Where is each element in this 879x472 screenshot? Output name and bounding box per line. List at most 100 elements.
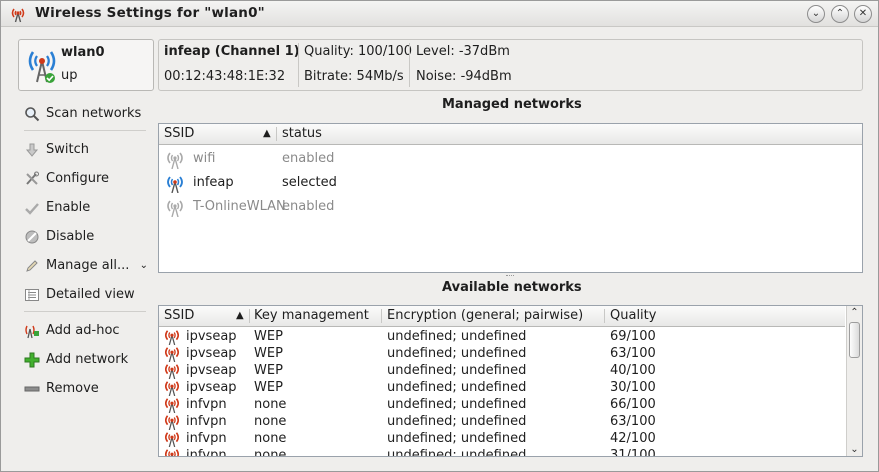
- interface-name: wlan0: [61, 45, 105, 60]
- scroll-thumb[interactable]: [849, 322, 860, 358]
- available-networks-title: Available networks: [442, 280, 582, 295]
- quality-cell: 30/100: [610, 380, 656, 395]
- add-adhoc-button[interactable]: Add ad-hoc: [20, 316, 150, 345]
- wireless-signal-gray-icon: [167, 152, 183, 169]
- ssid-cell: ipvseap: [186, 380, 237, 395]
- maximize-icon[interactable]: ⌃: [831, 5, 849, 23]
- status-cell: enabled: [282, 151, 335, 166]
- managed-networks-table[interactable]: SSID ▲ status wifi enabled infeap select…: [158, 123, 863, 273]
- manage-all-button[interactable]: Manage all... ⌄: [20, 251, 150, 280]
- encryption-cell: undefined; undefined: [387, 431, 527, 446]
- encryption-cell: undefined; undefined: [387, 448, 527, 457]
- key-management-cell: WEP: [254, 380, 283, 395]
- minimize-icon[interactable]: ⌄: [807, 5, 825, 23]
- column-divider[interactable]: [276, 127, 277, 141]
- disable-label: Disable: [46, 229, 95, 244]
- column-encryption[interactable]: Encryption (general; pairwise): [387, 308, 583, 323]
- quality-cell: 40/100: [610, 363, 656, 378]
- interface-panel[interactable]: wlan0 up: [18, 39, 154, 91]
- table-row[interactable]: ipvseap WEP undefined; undefined 69/100: [159, 329, 862, 346]
- available-networks-table[interactable]: SSID ▲ Key management Encryption (genera…: [158, 305, 863, 457]
- table-row[interactable]: ipvseap WEP undefined; undefined 63/100: [159, 346, 862, 363]
- chevron-down-icon[interactable]: ⌄: [140, 260, 148, 271]
- minus-icon: [24, 386, 40, 391]
- enable-label: Enable: [46, 200, 91, 215]
- ssid-cell: ipvseap: [186, 346, 237, 361]
- encryption-cell: undefined; undefined: [387, 397, 527, 412]
- separator: [24, 130, 146, 131]
- checkmark-icon: [25, 202, 39, 215]
- separator: [298, 43, 299, 87]
- table-row[interactable]: infvpn none undefined; undefined 66/100: [159, 397, 862, 414]
- managed-networks-title: Managed networks: [442, 97, 582, 112]
- table-header: SSID ▲ Key management Encryption (genera…: [159, 306, 845, 327]
- title-bar[interactable]: Wireless Settings for "wlan0" ⌄ ⌃ ✕: [1, 1, 878, 27]
- disable-button[interactable]: Disable: [20, 222, 150, 251]
- quality-cell: 66/100: [610, 397, 656, 412]
- vertical-scrollbar[interactable]: ⌃ ⌄: [846, 306, 862, 456]
- column-ssid[interactable]: SSID: [164, 308, 194, 323]
- mac-address: 00:12:43:48:1E:32: [164, 69, 286, 84]
- column-quality[interactable]: Quality: [610, 308, 656, 323]
- quality-cell: 31/100: [610, 448, 656, 457]
- ssid-cell: infvpn: [186, 448, 227, 457]
- cancel-icon: [25, 230, 39, 243]
- quality-value: Quality: 100/100: [304, 44, 413, 59]
- quality-cell: 63/100: [610, 346, 656, 361]
- configure-button[interactable]: Configure: [20, 164, 150, 193]
- noise-value: Noise: -94dBm: [416, 69, 512, 84]
- level-value: Level: -37dBm: [416, 44, 510, 59]
- detailed-view-icon: [25, 288, 39, 301]
- adhoc-network-icon: [25, 325, 39, 338]
- column-divider[interactable]: [381, 309, 382, 323]
- switch-button[interactable]: Switch: [20, 135, 150, 164]
- separator: [409, 43, 410, 87]
- wireless-antenna-icon: [11, 8, 25, 23]
- interface-state: up: [61, 68, 78, 83]
- switch-label: Switch: [46, 142, 89, 157]
- key-management-cell: none: [254, 448, 287, 457]
- wireless-settings-window: Wireless Settings for "wlan0" ⌄ ⌃ ✕ wlan…: [0, 0, 879, 472]
- ssid-cell: infvpn: [186, 414, 227, 429]
- encryption-cell: undefined; undefined: [387, 380, 527, 395]
- column-key-management[interactable]: Key management: [254, 308, 369, 323]
- scroll-down-icon[interactable]: ⌄: [847, 444, 862, 455]
- table-row[interactable]: ipvseap WEP undefined; undefined 40/100: [159, 363, 862, 380]
- table-row[interactable]: ipvseap WEP undefined; undefined 30/100: [159, 380, 862, 397]
- encryption-cell: undefined; undefined: [387, 363, 527, 378]
- table-header: SSID ▲ status: [159, 124, 862, 145]
- remove-button[interactable]: Remove: [20, 374, 150, 403]
- column-divider[interactable]: [249, 309, 250, 323]
- column-status[interactable]: status: [282, 126, 322, 141]
- splitter-handle[interactable]: [506, 275, 514, 277]
- detailed-view-button[interactable]: Detailed view: [20, 280, 150, 309]
- add-network-button[interactable]: Add network: [20, 345, 150, 374]
- tools-icon: [26, 171, 39, 185]
- separator: [24, 311, 146, 312]
- enable-button[interactable]: Enable: [20, 193, 150, 222]
- column-divider[interactable]: [604, 309, 605, 323]
- table-row[interactable]: infvpn none undefined; undefined 63/100: [159, 414, 862, 431]
- actions-sidebar: Scan networks Switch Configure Enable Di…: [20, 99, 150, 403]
- wireless-signal-gray-icon: [167, 200, 183, 217]
- close-icon[interactable]: ✕: [854, 5, 872, 23]
- window-title: Wireless Settings for "wlan0": [35, 5, 265, 21]
- quality-cell: 63/100: [610, 414, 656, 429]
- table-row[interactable]: infvpn none undefined; undefined 42/100: [159, 431, 862, 448]
- column-ssid[interactable]: SSID: [164, 126, 194, 141]
- connected-network: infeap (Channel 1): [164, 44, 300, 59]
- scroll-up-icon[interactable]: ⌃: [847, 307, 862, 318]
- configure-label: Configure: [46, 171, 110, 186]
- scan-networks-button[interactable]: Scan networks: [20, 99, 150, 128]
- wireless-signal-icon: [28, 51, 56, 83]
- sort-ascending-icon[interactable]: ▲: [236, 310, 244, 321]
- detailed-view-label: Detailed view: [46, 287, 135, 302]
- wireless-signal-blue-icon: [167, 176, 183, 193]
- table-row[interactable]: infvpn none undefined; undefined 31/100: [159, 448, 862, 457]
- status-cell: enabled: [282, 199, 335, 214]
- remove-label: Remove: [46, 381, 99, 396]
- scan-networks-label: Scan networks: [46, 106, 142, 121]
- encryption-cell: undefined; undefined: [387, 329, 527, 344]
- wireless-signal-red-icon: [163, 448, 181, 456]
- sort-ascending-icon[interactable]: ▲: [263, 128, 271, 139]
